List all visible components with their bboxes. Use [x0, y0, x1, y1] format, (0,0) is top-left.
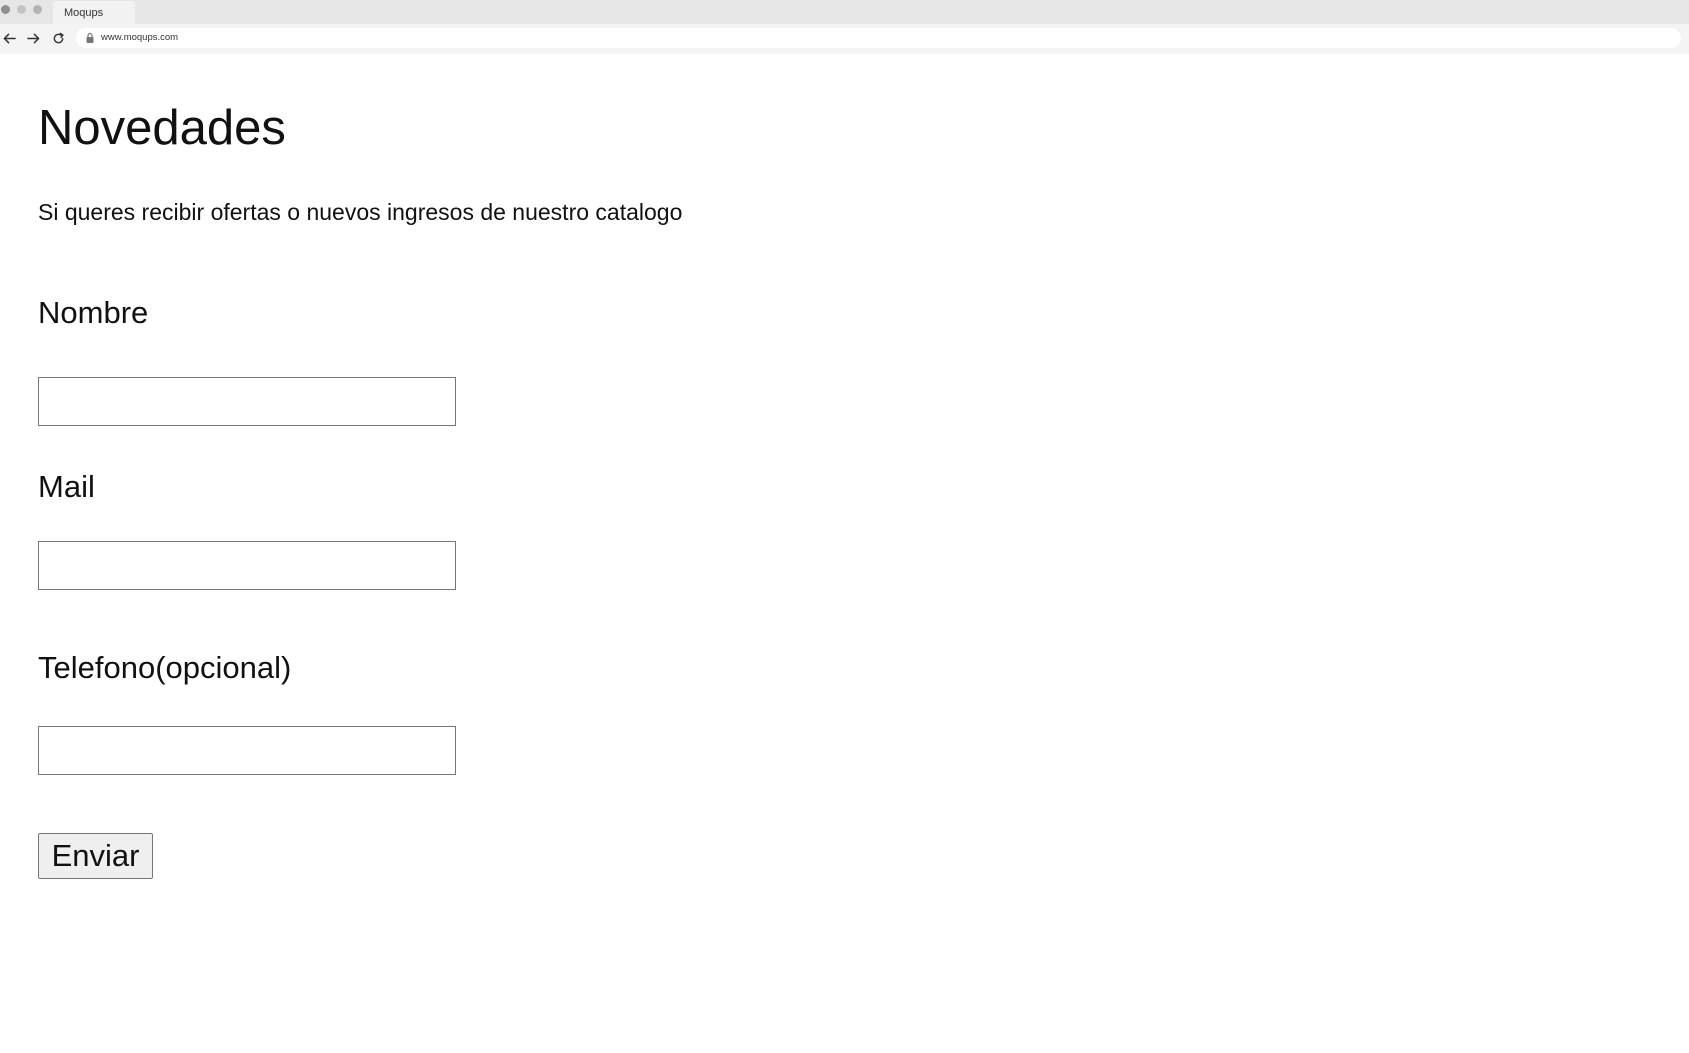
- page-content: Novedades Si queres recibir ofertas o nu…: [0, 54, 1689, 1053]
- address-bar[interactable]: www.moqups.com: [76, 28, 1681, 48]
- mail-label: Mail: [38, 469, 95, 504]
- telefono-label: Telefono(opcional): [38, 650, 292, 685]
- browser-tab[interactable]: Moqups: [53, 1, 135, 24]
- mail-input[interactable]: [38, 541, 456, 590]
- submit-button[interactable]: Enviar: [38, 833, 153, 879]
- reload-icon[interactable]: [49, 29, 67, 47]
- window-minimize-dot[interactable]: [17, 5, 26, 14]
- browser-chrome: Moqups www.moqups.com: [0, 0, 1689, 54]
- browser-toolbar: www.moqups.com: [0, 24, 1689, 54]
- nombre-input[interactable]: [38, 377, 456, 426]
- nombre-label: Nombre: [38, 295, 149, 330]
- page-subtitle: Si queres recibir ofertas o nuevos ingre…: [38, 199, 683, 225]
- tab-bar: Moqups: [0, 0, 1689, 24]
- tab-title: Moqups: [64, 7, 104, 19]
- window-maximize-dot[interactable]: [33, 5, 42, 14]
- forward-arrow-icon[interactable]: [24, 29, 42, 47]
- url-text: www.moqups.com: [101, 32, 179, 43]
- lock-icon: [86, 32, 94, 43]
- page-title: Novedades: [38, 101, 286, 155]
- window-close-dot[interactable]: [1, 5, 10, 14]
- back-arrow-icon[interactable]: [0, 29, 18, 47]
- telefono-input[interactable]: [38, 726, 456, 775]
